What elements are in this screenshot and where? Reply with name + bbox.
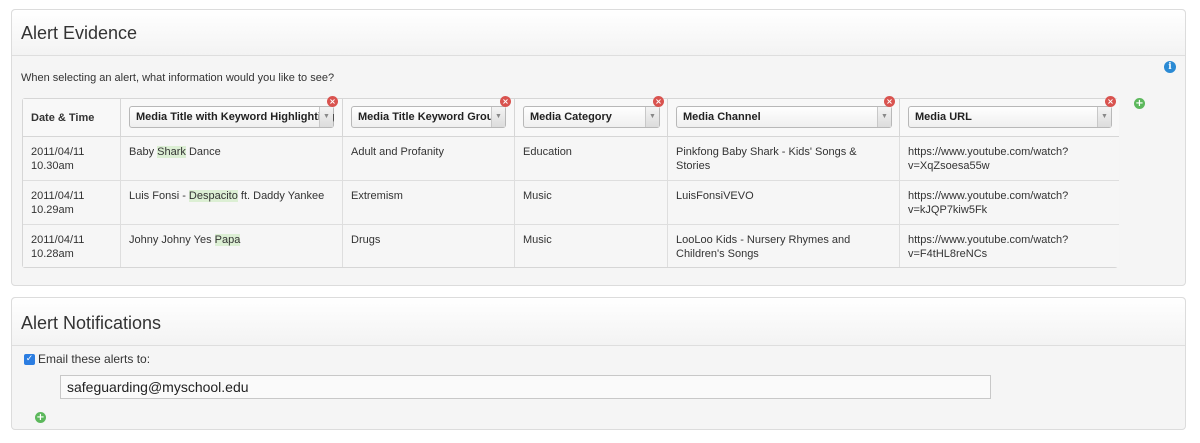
column-select-keyword-group-value: Media Title Keyword Group xyxy=(358,111,501,123)
column-header-category: Media Category ▼ × xyxy=(515,96,668,137)
table-row-category: Music xyxy=(515,225,668,267)
row-date: 2011/04/11 xyxy=(31,190,85,202)
column-select-channel-value: Media Channel xyxy=(683,111,761,123)
remove-column-icon[interactable]: × xyxy=(327,96,338,107)
column-select-url-value: Media URL xyxy=(915,111,972,123)
row-date: 2011/04/11 xyxy=(31,234,85,246)
column-select-title-value: Media Title with Keyword Highlighting xyxy=(136,111,335,123)
url-line: https://www.youtube.com/watch? xyxy=(908,190,1069,202)
table-row-channel: LooLoo Kids - Nursery Rhymes and Childre… xyxy=(668,225,900,267)
column-header-date: Date & Time xyxy=(23,99,121,137)
email-alerts-checkbox[interactable]: ✓ xyxy=(24,353,35,365)
alert-notifications-title: Alert Notifications xyxy=(21,313,162,333)
column-select-channel[interactable]: Media Channel ▼ xyxy=(676,106,892,128)
table-row-group: Extremism xyxy=(343,181,515,225)
email-alerts-label: Email these alerts to: xyxy=(38,352,151,366)
alert-evidence-intro: When selecting an alert, what informatio… xyxy=(21,72,335,84)
title-text: Dance xyxy=(185,146,221,158)
column-label-date: Date & Time xyxy=(31,112,95,124)
chevron-down-icon[interactable]: ▼ xyxy=(877,107,891,127)
title-text: Luis Fonsi - xyxy=(129,190,189,202)
alert-notifications-panel: Alert Notifications ✓ Email these alerts… xyxy=(11,297,1186,430)
row-time: 10.30am xyxy=(31,160,74,172)
column-header-channel: Media Channel ▼ × xyxy=(668,96,900,137)
keyword-highlight: Shark xyxy=(157,146,186,158)
table-row-title: Baby Shark Dance xyxy=(121,137,343,181)
table-row-group: Drugs xyxy=(343,225,515,267)
column-select-title[interactable]: Media Title with Keyword Highlighting ▼ xyxy=(129,106,334,128)
row-time: 10.28am xyxy=(31,248,74,260)
column-header-title: Media Title with Keyword Highlighting ▼ … xyxy=(121,96,343,137)
table-row-url: https://www.youtube.com/watch? v=XqZsoes… xyxy=(900,137,1119,181)
add-column-icon[interactable]: + xyxy=(1134,98,1145,109)
email-alerts-option[interactable]: ✓ Email these alerts to: xyxy=(24,352,150,366)
column-select-url[interactable]: Media URL ▼ xyxy=(908,106,1112,128)
remove-column-icon[interactable]: × xyxy=(884,96,895,107)
url-line: https://www.youtube.com/watch? xyxy=(908,146,1069,158)
title-text: ft. Daddy Yankee xyxy=(237,190,325,202)
table-row-date: 2011/04/11 10.29am xyxy=(23,181,121,225)
chevron-down-icon[interactable]: ▼ xyxy=(491,107,505,127)
url-line: v=F4tHL8reNCs xyxy=(908,248,988,260)
remove-column-icon[interactable]: × xyxy=(1105,96,1116,107)
url-line: https://www.youtube.com/watch? xyxy=(908,234,1069,246)
keyword-highlight: Papa xyxy=(214,234,241,246)
row-date: 2011/04/11 xyxy=(31,146,85,158)
table-row-title: Luis Fonsi - Despacito ft. Daddy Yankee xyxy=(121,181,343,225)
column-select-category-value: Media Category xyxy=(530,111,612,123)
alert-evidence-panel: Alert Evidence When selecting an alert, … xyxy=(11,9,1186,286)
info-icon[interactable]: i xyxy=(1164,61,1176,73)
row-time: 10.29am xyxy=(31,204,74,216)
table-row-title: Johny Johny Yes Papa xyxy=(121,225,343,267)
table-row-group: Adult and Profanity xyxy=(343,137,515,181)
chevron-down-icon[interactable]: ▼ xyxy=(319,107,333,127)
title-text: Johny Johny Yes xyxy=(129,234,215,246)
table-row-date: 2011/04/11 10.30am xyxy=(23,137,121,181)
table-row-url: https://www.youtube.com/watch? v=kJQP7ki… xyxy=(900,181,1119,225)
table-row-category: Music xyxy=(515,181,668,225)
keyword-highlight: Despacito xyxy=(188,190,238,202)
column-select-keyword-group[interactable]: Media Title Keyword Group ▼ xyxy=(351,106,506,128)
url-line: v=kJQP7kiw5Fk xyxy=(908,204,988,216)
alert-evidence-title: Alert Evidence xyxy=(21,23,138,43)
chevron-down-icon[interactable]: ▼ xyxy=(1097,107,1111,127)
column-select-category[interactable]: Media Category ▼ xyxy=(523,106,660,128)
remove-column-icon[interactable]: × xyxy=(653,96,664,107)
table-row-date: 2011/04/11 10.28am xyxy=(23,225,121,267)
add-email-icon[interactable]: + xyxy=(35,412,46,423)
alert-notifications-heading: Alert Notifications xyxy=(12,298,1185,346)
chevron-down-icon[interactable]: ▼ xyxy=(645,107,659,127)
alert-evidence-heading: Alert Evidence xyxy=(12,10,1185,56)
column-header-keyword-group: Media Title Keyword Group ▼ × xyxy=(343,96,515,137)
column-header-url: Media URL ▼ × xyxy=(900,96,1119,137)
remove-column-icon[interactable]: × xyxy=(500,96,511,107)
table-row-category: Education xyxy=(515,137,668,181)
table-row-url: https://www.youtube.com/watch? v=F4tHL8r… xyxy=(900,225,1119,267)
evidence-table: Date & Time Media Title with Keyword Hig… xyxy=(22,96,1119,268)
email-field[interactable] xyxy=(60,375,991,399)
table-row-channel: Pinkfong Baby Shark - Kids' Songs & Stor… xyxy=(668,137,900,181)
url-line: v=XqZsoesa55w xyxy=(908,160,990,172)
title-text: Baby xyxy=(129,146,158,158)
table-row-channel: LuisFonsiVEVO xyxy=(668,181,900,225)
